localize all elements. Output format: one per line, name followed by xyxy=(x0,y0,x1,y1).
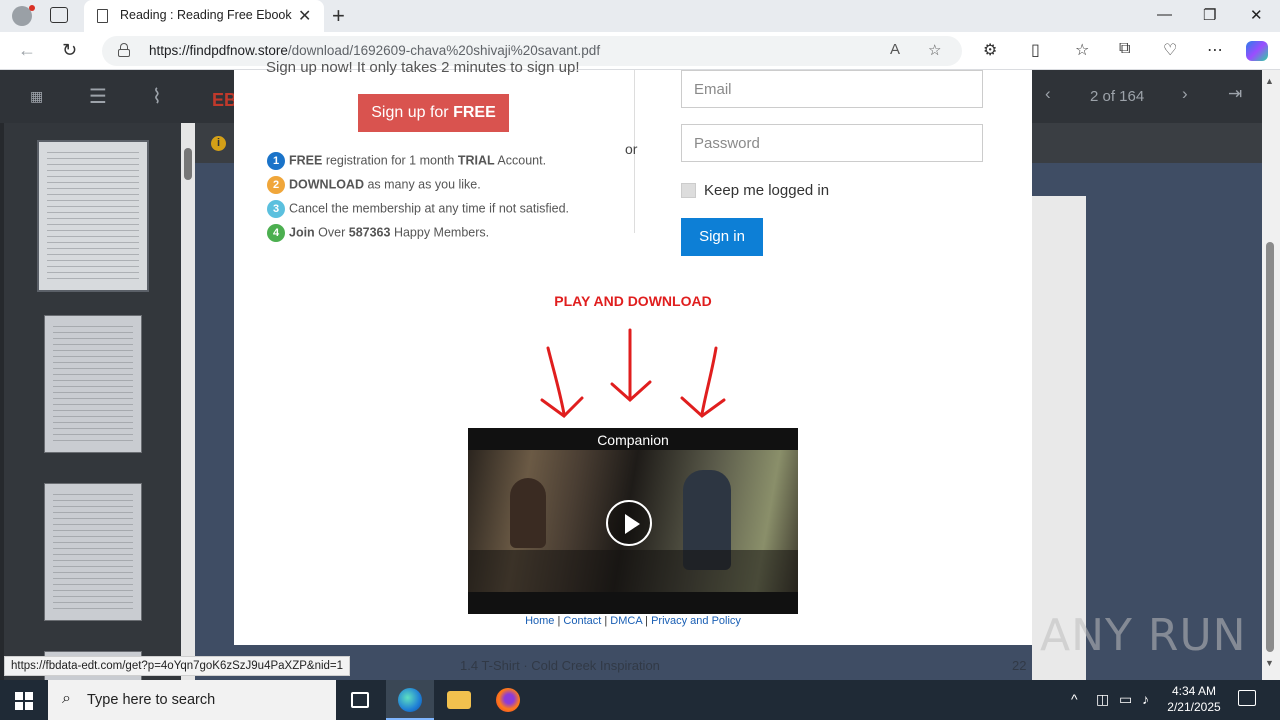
search-placeholder: Type here to search xyxy=(87,692,216,708)
toc-page-number: 22 xyxy=(1012,658,1027,673)
benefit-step: 2 DOWNLOAD as many as you like. xyxy=(267,176,481,194)
extensions-icon[interactable]: ⚙ xyxy=(983,40,997,60)
or-separator: or xyxy=(625,141,638,157)
down-arrow-icon xyxy=(540,346,584,418)
email-field[interactable] xyxy=(681,70,983,108)
favorites-icon[interactable]: ☆ xyxy=(1075,40,1089,60)
tab-title: Reading : Reading Free Ebooks | F xyxy=(120,8,292,22)
keep-logged-in-label[interactable]: Keep me logged in xyxy=(704,182,829,199)
grid-view-icon[interactable]: ▦ xyxy=(30,88,43,105)
page-thumbnail[interactable] xyxy=(44,315,142,453)
volume-icon[interactable]: ♪ xyxy=(1142,691,1149,707)
screen: Reading : Reading Free Ebooks | F ✕ + — … xyxy=(0,0,1280,720)
pdf-page xyxy=(1032,196,1086,680)
system-clock[interactable]: 4:34 AM 2/21/2025 xyxy=(1164,683,1224,715)
url-text[interactable]: https://findpdfnow.store/download/169260… xyxy=(149,43,600,58)
clock-time: 4:34 AM xyxy=(1171,684,1217,698)
performance-icon[interactable]: ♡ xyxy=(1163,40,1177,60)
toc-line: 1.4 T-Shirt · Cold Creek Inspiration xyxy=(460,658,660,673)
taskbar-search[interactable]: ⌕ Type here to search xyxy=(48,680,336,720)
footer-link-home[interactable]: Home xyxy=(525,615,554,627)
browser-toolbar: ← ↻ https://findpdfnow.store/download/16… xyxy=(0,32,1280,70)
split-screen-icon[interactable]: ▯ xyxy=(1031,40,1040,60)
video-figure xyxy=(510,478,546,548)
clock-date: 2/21/2025 xyxy=(1167,700,1221,714)
browser-tab-active[interactable]: Reading : Reading Free Ebooks | F ✕ xyxy=(84,0,324,32)
windows-taskbar: ⌕ Type here to search ^ ◫ ▭ ♪ 4:34 AM 2/… xyxy=(0,680,1280,720)
benefit-step: 3 Cancel the membership at any time if no… xyxy=(267,200,569,218)
signup-modal: Sign up now! It only takes 2 minutes to … xyxy=(234,59,1032,645)
benefit-step: 1 FREE registration for 1 month TRIAL Acc… xyxy=(267,152,546,170)
step-number-badge: 3 xyxy=(267,200,285,218)
info-icon[interactable]: i xyxy=(211,136,226,151)
watermark-logo: ANY RUN xyxy=(1040,610,1247,661)
browser-tab-strip: Reading : Reading Free Ebooks | F ✕ + — … xyxy=(0,0,1280,32)
video-player[interactable]: Companion xyxy=(468,428,798,614)
step-number-badge: 1 xyxy=(267,152,285,170)
step-number-badge: 2 xyxy=(267,176,285,194)
notification-icon[interactable] xyxy=(1238,690,1256,706)
firefox-icon[interactable] xyxy=(484,680,532,720)
network-icon[interactable]: ▭ xyxy=(1119,691,1132,708)
footer-link-contact[interactable]: Contact xyxy=(563,615,601,627)
edge-taskbar-icon[interactable] xyxy=(386,680,434,720)
page-thumbnail[interactable] xyxy=(44,483,142,621)
close-window-icon[interactable]: ✕ xyxy=(1250,6,1263,24)
play-icon[interactable] xyxy=(606,500,652,546)
back-arrow-icon[interactable]: ← xyxy=(18,40,36,61)
video-foreground xyxy=(468,550,798,592)
keep-logged-in-checkbox[interactable] xyxy=(681,183,696,198)
benefit-step: 4 Join Over 587363 Happy Members. xyxy=(267,224,489,242)
play-download-heading: PLAY AND DOWNLOAD xyxy=(554,293,712,309)
thumbnail-panel xyxy=(4,123,181,681)
close-tab-icon[interactable]: ✕ xyxy=(298,6,311,26)
page-thumbnail[interactable] xyxy=(37,140,149,292)
windows-start-icon[interactable] xyxy=(15,692,33,710)
collections-icon[interactable]: ⧉ xyxy=(1119,40,1130,58)
page-indicator: 2 of 164 xyxy=(1090,88,1145,105)
prev-page-icon[interactable]: ‹ xyxy=(1045,84,1051,104)
footer-link-dmca[interactable]: DMCA xyxy=(610,615,642,627)
lock-icon[interactable] xyxy=(118,43,130,57)
status-bar-url: https://fbdata-edt.com/get?p=4oYqn7goK6z… xyxy=(4,656,351,676)
profile-alert-dot xyxy=(29,5,35,11)
video-thumbnail[interactable] xyxy=(468,450,798,592)
read-aloud-icon[interactable]: A xyxy=(890,41,900,58)
attachment-icon[interactable]: ⌇ xyxy=(152,84,162,109)
page-scrollbar[interactable]: ▲ ▼ xyxy=(1262,70,1280,680)
search-icon: ⌕ xyxy=(62,690,71,707)
thumbnail-scrollbar[interactable] xyxy=(181,123,195,680)
password-field[interactable] xyxy=(681,124,983,162)
signup-promo-text: Sign up now! It only takes 2 minutes to … xyxy=(266,59,580,76)
sign-in-button[interactable]: Sign in xyxy=(681,218,763,256)
page-icon xyxy=(97,9,108,23)
tray-overflow-icon[interactable]: ^ xyxy=(1071,691,1078,707)
next-page-icon[interactable]: › xyxy=(1182,84,1188,104)
tray-device-icon[interactable]: ◫ xyxy=(1096,691,1109,708)
more-menu-icon[interactable]: ⋯ xyxy=(1207,40,1223,60)
task-view-icon[interactable] xyxy=(336,680,384,720)
new-tab-icon[interactable]: + xyxy=(332,3,345,29)
step-number-badge: 4 xyxy=(267,224,285,242)
minimize-icon[interactable]: — xyxy=(1157,6,1172,23)
last-page-icon[interactable]: ⇥ xyxy=(1228,84,1242,104)
down-arrow-icon xyxy=(680,346,726,418)
restore-icon[interactable]: ❐ xyxy=(1203,6,1216,24)
list-view-icon[interactable]: ☰ xyxy=(89,84,107,109)
down-arrow-icon xyxy=(610,328,652,403)
video-title: Companion xyxy=(597,432,669,448)
refresh-icon[interactable]: ↻ xyxy=(62,40,77,61)
footer-links: Home | Contact | DMCA | Privacy and Poli… xyxy=(525,615,741,627)
tab-actions-icon[interactable] xyxy=(50,7,68,23)
signup-free-button[interactable]: Sign up for FREE xyxy=(358,94,509,132)
file-explorer-icon[interactable] xyxy=(435,680,483,720)
favorite-star-icon[interactable]: ☆ xyxy=(928,41,941,59)
footer-link-privacy[interactable]: Privacy and Policy xyxy=(651,615,741,627)
copilot-icon[interactable] xyxy=(1246,41,1268,61)
